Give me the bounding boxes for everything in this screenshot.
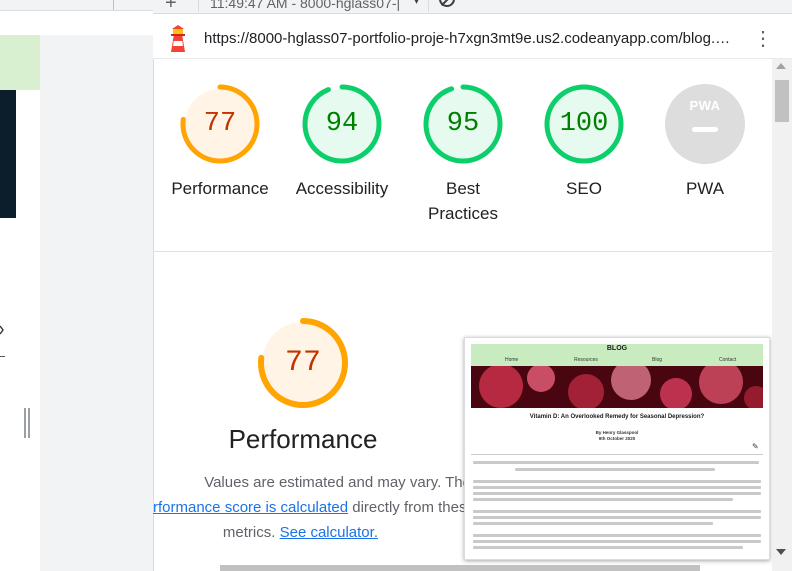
thumbnail-byline: By Henry Glasspool 9th October 2020 bbox=[471, 430, 763, 442]
scrollbar-thumb[interactable] bbox=[775, 80, 789, 122]
thumbnail-hero-image bbox=[471, 366, 763, 408]
final-screenshot-thumbnail[interactable]: BLOG Home Resources Blog Contact Vitamin… bbox=[464, 337, 770, 560]
performance-score-link[interactable]: rformance score is calculated bbox=[153, 499, 348, 516]
lighthouse-icon bbox=[171, 25, 185, 52]
report-url: https://8000-hglass07-portfolio-proje-h7… bbox=[204, 30, 731, 47]
thumbnail-text-line bbox=[515, 468, 715, 471]
thumbnail-text-line bbox=[473, 546, 743, 549]
thumbnail-nav-item: Contact bbox=[719, 357, 737, 363]
gauge-best-practices-label-line1: Best bbox=[445, 179, 481, 198]
chevron-down-icon[interactable]: ▾ bbox=[414, 0, 419, 7]
pencil-icon: ✎ bbox=[752, 442, 759, 451]
thumbnail-site-title: BLOG bbox=[606, 345, 628, 352]
pwa-badge-icon bbox=[665, 84, 745, 164]
gauge-accessibility-score: 94 bbox=[325, 109, 359, 139]
vertical-scrollbar[interactable] bbox=[772, 59, 792, 571]
thumbnail-nav-item: Home bbox=[505, 357, 519, 363]
description-line-1: Values are estimated and may vary. The bbox=[204, 474, 471, 491]
section-divider bbox=[153, 251, 772, 252]
thumbnail-text-line bbox=[473, 534, 761, 537]
thumbnail-date: 9th October 2020 bbox=[598, 436, 636, 441]
gauge-seo-score: 100 bbox=[559, 109, 609, 139]
background-page-area bbox=[40, 35, 153, 571]
thumbnail-text-line bbox=[473, 516, 761, 519]
thumbnail-text-line bbox=[473, 486, 761, 489]
thumbnail-article-title: Vitamin D: An Overlooked Remedy for Seas… bbox=[529, 414, 705, 420]
gauge-pwa-label: PWA bbox=[685, 179, 725, 198]
thumbnail-site-header: BLOG Home Resources Blog Contact bbox=[471, 344, 763, 366]
thumbnail-nav-item: Blog bbox=[652, 357, 663, 363]
see-calculator-link[interactable]: See calculator. bbox=[280, 524, 378, 541]
background-dash bbox=[0, 356, 5, 357]
gauge-seo-label: SEO bbox=[566, 179, 602, 198]
report-selector[interactable]: 11:49:47 AM - 8000-hglass07-| bbox=[210, 0, 400, 11]
thumbnail-text-line bbox=[473, 492, 761, 495]
tab-divider bbox=[113, 0, 114, 10]
thumbnail-text-line bbox=[473, 480, 761, 483]
new-report-button[interactable]: + bbox=[165, 0, 177, 15]
description-text: metrics. bbox=[222, 524, 280, 541]
toolbar-separator bbox=[198, 0, 199, 12]
background-header-strip bbox=[0, 35, 40, 90]
thumbnail-text-line bbox=[473, 461, 759, 464]
gauge-performance-score: 77 bbox=[203, 109, 237, 139]
performance-description: Values are estimated and may vary. The r… bbox=[153, 470, 475, 545]
gauge-best-practices-score: 95 bbox=[446, 109, 480, 139]
background-tab-strip bbox=[0, 0, 153, 11]
thumbnail-divider bbox=[471, 454, 763, 455]
description-text: directly from these bbox=[348, 499, 475, 516]
description-line-3: metrics. See calculator. bbox=[153, 520, 471, 545]
thumbnail-text-line bbox=[473, 540, 761, 543]
thumbnail-text-line bbox=[473, 498, 733, 501]
gauge-performance-label: Performance bbox=[171, 179, 269, 198]
thumbnail-text-line bbox=[473, 522, 713, 525]
gauge-best-practices-label-line2: Practices bbox=[428, 204, 498, 223]
background-dark-block bbox=[0, 90, 16, 218]
scroll-down-arrow-icon[interactable] bbox=[776, 549, 786, 555]
more-options-icon[interactable]: ⋮ bbox=[753, 27, 773, 51]
thumbnail-text-line bbox=[473, 510, 761, 513]
performance-title: Performance bbox=[228, 424, 378, 454]
performance-gauge-large: 77 bbox=[257, 317, 349, 409]
horizontal-scrollbar-thumb[interactable] bbox=[220, 565, 700, 571]
background-glyph bbox=[0, 325, 4, 335]
description-line-2: rformance score is calculated directly f… bbox=[153, 495, 475, 520]
panel-resize-handle[interactable] bbox=[24, 408, 30, 438]
toolbar-separator bbox=[428, 0, 429, 12]
gauge-pwa[interactable]: PWA bbox=[665, 84, 745, 164]
gauge-accessibility-label: Accessibility bbox=[295, 179, 389, 198]
pwa-badge-text: PWA bbox=[689, 98, 721, 113]
performance-score-large: 77 bbox=[284, 346, 321, 380]
thumbnail-nav-item: Resources bbox=[574, 357, 598, 363]
gauge-best-practices-label: Best Practices bbox=[403, 176, 523, 226]
scroll-up-arrow-icon[interactable] bbox=[776, 63, 786, 69]
